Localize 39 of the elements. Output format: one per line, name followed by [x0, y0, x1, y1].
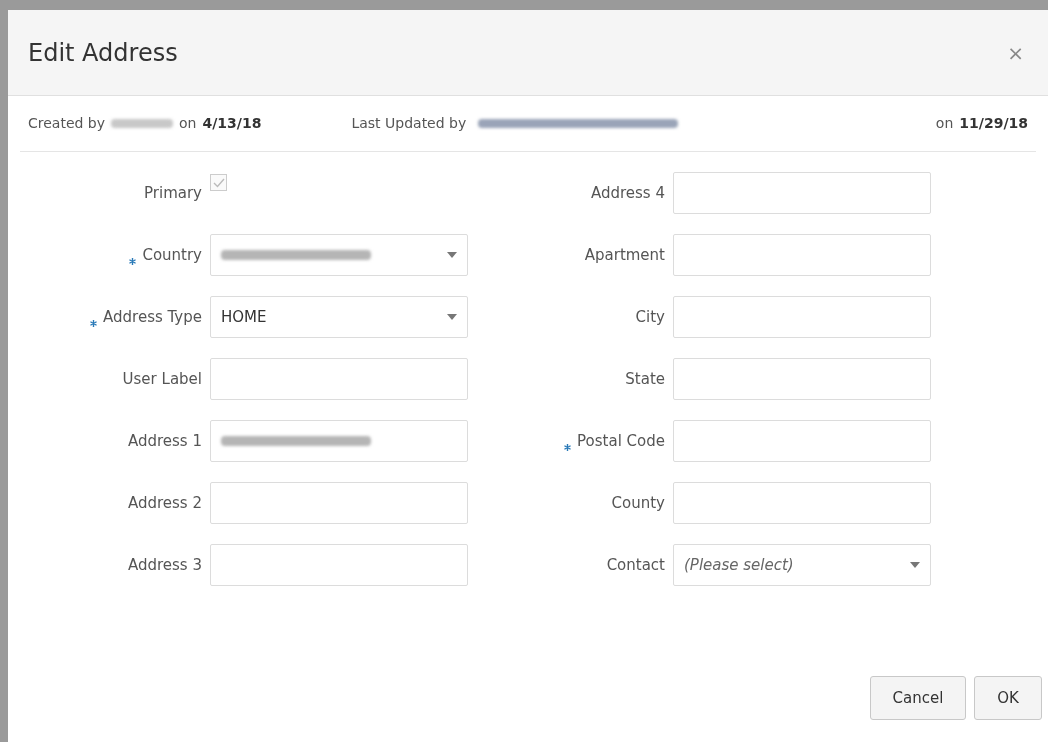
field-label: Contact: [606, 554, 665, 576]
audit-text: on: [935, 114, 954, 133]
field-label: City: [635, 306, 665, 328]
select-field[interactable]: (Please select): [673, 544, 931, 586]
caret-icon: [447, 252, 457, 258]
dialog-button[interactable]: Cancel: [870, 676, 966, 720]
input-field[interactable]: [673, 296, 931, 338]
audit-text: Last Updated by: [351, 114, 467, 133]
audit-text: on: [179, 114, 197, 133]
select-field[interactable]: [210, 234, 468, 276]
field-label: Address 4: [590, 182, 665, 204]
audit-text: Created by: [28, 114, 106, 133]
input-field[interactable]: [673, 420, 931, 462]
input-field[interactable]: [210, 544, 468, 586]
input-field[interactable]: [210, 482, 468, 524]
field-label: Country: [142, 244, 202, 266]
input-field[interactable]: [673, 172, 931, 214]
field-label: Address Type: [103, 306, 202, 328]
caret-icon: [447, 314, 457, 320]
field-label: County: [611, 492, 665, 514]
select-field[interactable]: HOME: [210, 296, 468, 338]
input-field[interactable]: [210, 358, 468, 400]
dialog-title: Edit Address: [28, 37, 178, 69]
field-label: State: [625, 368, 665, 390]
dialog-button[interactable]: OK: [974, 676, 1042, 720]
caret-icon: [910, 562, 920, 568]
input-field[interactable]: [210, 420, 468, 462]
field-label: Address 1: [127, 430, 202, 452]
created-date: 4/13/18: [202, 114, 262, 133]
input-field[interactable]: [673, 234, 931, 276]
input-field[interactable]: [673, 482, 931, 524]
field-label: Address 2: [127, 492, 202, 514]
field-label: Address 3: [127, 554, 202, 576]
updated-date: 11/29/18: [959, 114, 1028, 133]
input-field[interactable]: [673, 358, 931, 400]
field-label: Apartment: [584, 244, 665, 266]
field-label: User Label: [122, 368, 202, 390]
field-label: Postal Code: [577, 430, 665, 452]
field-label: Primary: [144, 182, 202, 204]
